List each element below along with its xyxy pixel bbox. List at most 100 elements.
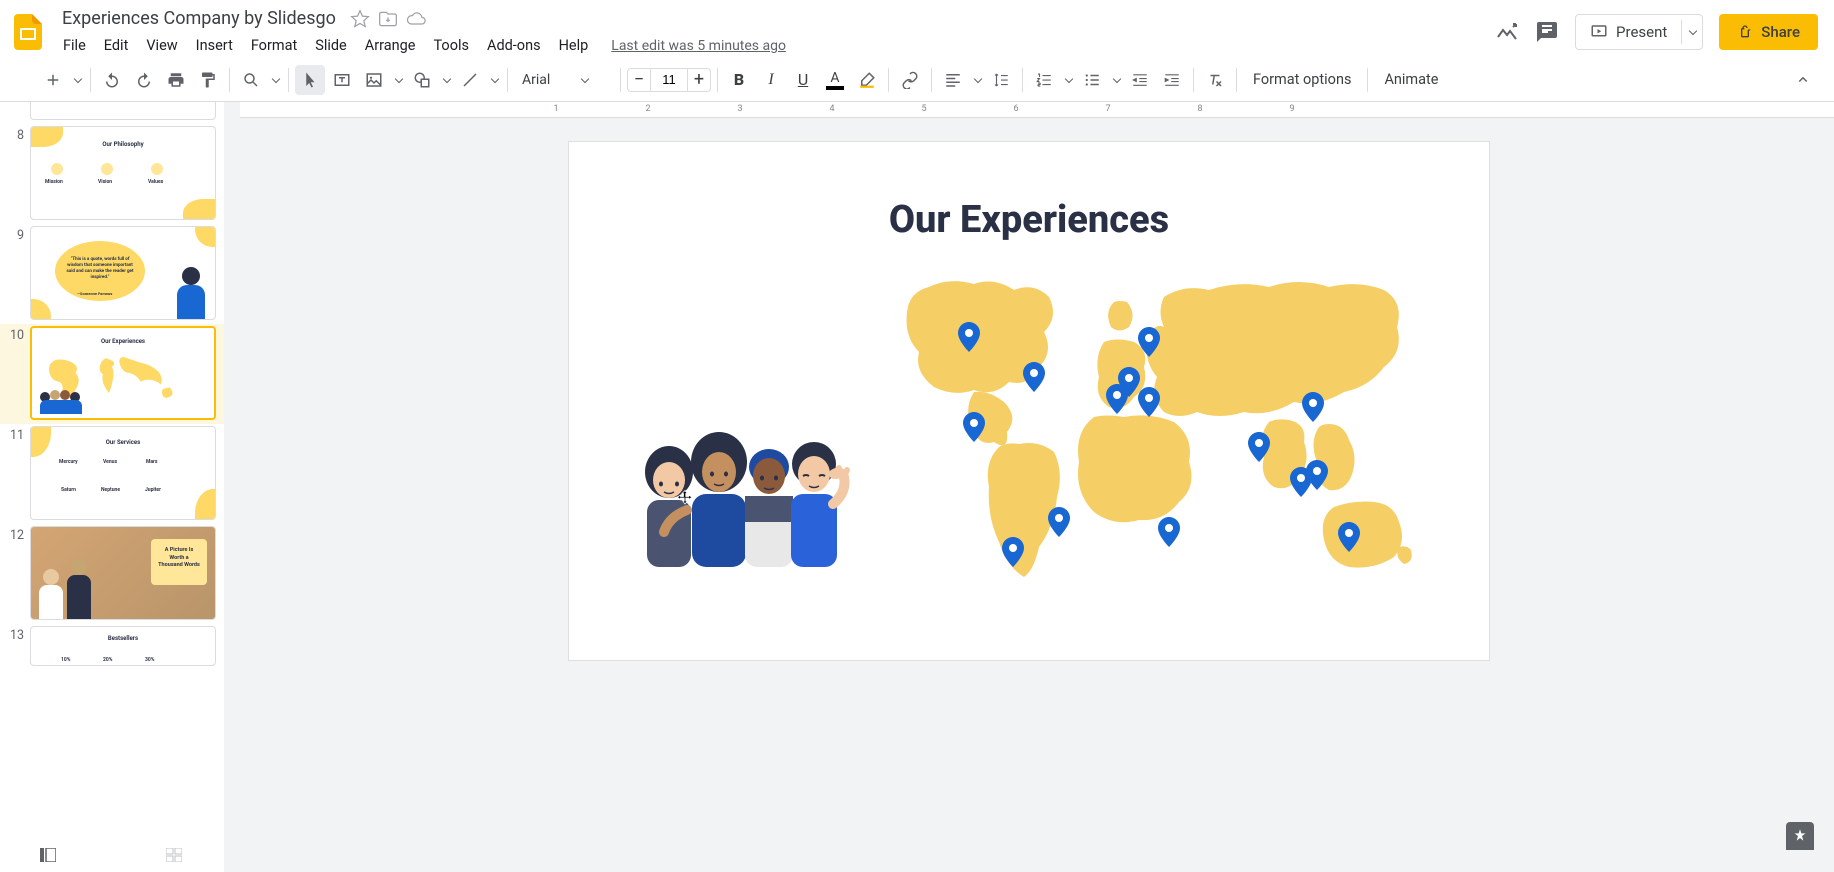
slide-row-8: 8 Our Philosophy Mission Vision Values — [0, 124, 224, 224]
menu-format[interactable]: Format — [244, 33, 304, 58]
view-mode-icons — [40, 848, 182, 862]
grid-view-icon[interactable] — [166, 848, 182, 862]
slide-row-11: 11 Our Services Mercury Venus Mars Satur… — [0, 424, 224, 524]
doc-title[interactable]: Experiences Company by Slidesgo — [56, 6, 342, 31]
slides-logo[interactable] — [8, 12, 48, 52]
font-selector[interactable]: Arial — [514, 68, 614, 92]
menu-edit[interactable]: Edit — [97, 33, 136, 58]
share-label: Share — [1761, 23, 1800, 41]
bold-button[interactable]: B — [724, 65, 754, 95]
numbered-list-dropdown[interactable] — [1061, 65, 1075, 95]
zoom-dropdown[interactable] — [268, 65, 282, 95]
slide-number: 8 — [4, 126, 24, 143]
slide-row-12: 12 A Picture Is Worth a Thousand Words — [0, 524, 224, 624]
present-label: Present — [1616, 23, 1667, 41]
slide-thumb-7-partial — [0, 102, 224, 124]
numbered-list-button[interactable] — [1029, 65, 1059, 95]
shape-dropdown[interactable] — [439, 65, 453, 95]
bulleted-list-button[interactable] — [1077, 65, 1107, 95]
slide-panel[interactable]: 8 Our Philosophy Mission Vision Values 9… — [0, 102, 224, 872]
textbox-tool[interactable] — [327, 65, 357, 95]
menu-bar: File Edit View Insert Format Slide Arran… — [56, 33, 1495, 58]
redo-button[interactable] — [129, 65, 159, 95]
text-color-button[interactable]: A — [820, 65, 850, 95]
highlight-button[interactable] — [852, 65, 882, 95]
image-dropdown[interactable] — [391, 65, 405, 95]
main-area: 8 Our Philosophy Mission Vision Values 9… — [0, 102, 1834, 872]
font-size-control: − + — [627, 68, 711, 92]
shape-tool[interactable] — [407, 65, 437, 95]
slide-thumb[interactable]: Our Services Mercury Venus Mars Saturn N… — [30, 426, 216, 520]
slide-canvas[interactable]: Our Experiences — [569, 142, 1489, 660]
font-size-decrease[interactable]: − — [627, 68, 651, 92]
align-button[interactable] — [938, 65, 968, 95]
world-map-graphic[interactable] — [899, 272, 1459, 612]
header-actions: Present Share — [1495, 14, 1818, 50]
activity-icon[interactable] — [1495, 20, 1519, 44]
present-button[interactable]: Present — [1575, 14, 1703, 50]
new-slide-dropdown[interactable] — [70, 65, 84, 95]
link-button[interactable] — [895, 65, 925, 95]
zoom-button[interactable] — [236, 65, 266, 95]
filmstrip-view-icon[interactable] — [40, 848, 56, 862]
slide-thumb-active[interactable]: Our Experiences — [30, 326, 216, 420]
menu-slide[interactable]: Slide — [308, 33, 354, 58]
toolbar: Arial − + B I U A Format options Animate — [0, 58, 1834, 102]
menu-arrange[interactable]: Arrange — [358, 33, 423, 58]
slide-row-10: 10 Our Experiences — [0, 324, 224, 424]
line-spacing-button[interactable] — [986, 65, 1016, 95]
menu-view[interactable]: View — [139, 33, 184, 58]
menu-addons[interactable]: Add-ons — [480, 33, 548, 58]
undo-button[interactable] — [97, 65, 127, 95]
explore-button[interactable] — [1786, 822, 1814, 850]
slide-number: 10 — [4, 326, 24, 343]
slide-thumb[interactable]: A Picture Is Worth a Thousand Words — [30, 526, 216, 620]
image-tool[interactable] — [359, 65, 389, 95]
menu-insert[interactable]: Insert — [189, 33, 240, 58]
toolbar-collapse-button[interactable] — [1788, 65, 1818, 95]
clear-formatting-button[interactable] — [1200, 65, 1230, 95]
cloud-status-icon[interactable] — [406, 9, 426, 29]
format-options-button[interactable]: Format options — [1243, 65, 1361, 94]
slide-number: 11 — [4, 426, 24, 443]
font-size-increase[interactable]: + — [687, 68, 711, 92]
font-name: Arial — [522, 72, 550, 88]
slide-number: 13 — [4, 626, 24, 643]
canvas-area[interactable]: 1 2 3 4 5 6 7 8 9 Our Experiences — [224, 102, 1834, 872]
slide-thumb[interactable]: Bestsellers 10% 20% 30% — [30, 626, 216, 666]
title-area: Experiences Company by Slidesgo File Edi… — [48, 6, 1495, 58]
menu-tools[interactable]: Tools — [426, 33, 476, 58]
menu-file[interactable]: File — [56, 33, 93, 58]
paint-format-button[interactable] — [193, 65, 223, 95]
star-icon[interactable] — [350, 9, 370, 29]
new-slide-button[interactable] — [38, 65, 68, 95]
people-illustration[interactable] — [609, 432, 859, 567]
present-dropdown[interactable] — [1681, 20, 1702, 44]
comments-icon[interactable] — [1535, 20, 1559, 44]
animate-button[interactable]: Animate — [1374, 65, 1448, 94]
bulleted-list-dropdown[interactable] — [1109, 65, 1123, 95]
slide-row-9: 9 “This is a quote, words full of wisdom… — [0, 224, 224, 324]
align-dropdown[interactable] — [970, 65, 984, 95]
horizontal-ruler: 1 2 3 4 5 6 7 8 9 — [240, 102, 1834, 118]
slide-thumb[interactable] — [30, 102, 216, 120]
slide-number: 12 — [4, 526, 24, 543]
print-button[interactable] — [161, 65, 191, 95]
indent-increase-button[interactable] — [1157, 65, 1187, 95]
slide-title-text[interactable]: Our Experiences — [569, 198, 1489, 242]
menu-help[interactable]: Help — [552, 33, 596, 58]
italic-button[interactable]: I — [756, 65, 786, 95]
slide-thumb[interactable]: “This is a quote, words full of wisdom t… — [30, 226, 216, 320]
underline-button[interactable]: U — [788, 65, 818, 95]
slide-number: 9 — [4, 226, 24, 243]
line-tool[interactable] — [455, 65, 485, 95]
select-tool[interactable] — [295, 65, 325, 95]
move-folder-icon[interactable] — [378, 9, 398, 29]
indent-decrease-button[interactable] — [1125, 65, 1155, 95]
line-dropdown[interactable] — [487, 65, 501, 95]
app-header: Experiences Company by Slidesgo File Edi… — [0, 0, 1834, 58]
last-edit-link[interactable]: Last edit was 5 minutes ago — [611, 38, 786, 54]
font-size-input[interactable] — [651, 68, 687, 92]
share-button[interactable]: Share — [1719, 14, 1818, 50]
slide-thumb[interactable]: Our Philosophy Mission Vision Values — [30, 126, 216, 220]
